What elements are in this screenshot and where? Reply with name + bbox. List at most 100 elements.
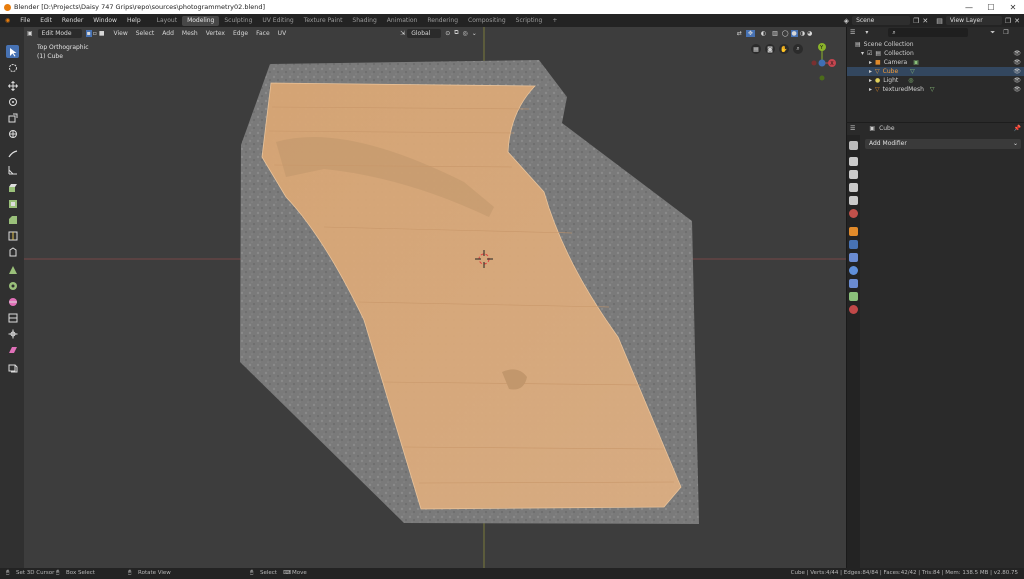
edge-slide-tool[interactable] bbox=[6, 311, 19, 324]
world-tab-icon[interactable] bbox=[849, 209, 858, 218]
expand-arrow-icon[interactable]: ▸ bbox=[869, 86, 872, 93]
view-grid-icon[interactable]: ▦ bbox=[751, 44, 761, 54]
copy-view-layer-icon[interactable]: ❐ bbox=[1005, 17, 1011, 25]
menu-face[interactable]: Face bbox=[252, 30, 274, 37]
expand-arrow-icon[interactable]: ▸ bbox=[869, 59, 872, 66]
mode-selector[interactable]: Edit Mode bbox=[37, 28, 82, 38]
xray-icon[interactable]: ▥ bbox=[772, 30, 778, 37]
visibility-eye-icon[interactable]: 👁 bbox=[1013, 77, 1021, 84]
poly-build-tool[interactable] bbox=[6, 263, 19, 276]
orientation-gizmo[interactable]: Y X bbox=[809, 41, 839, 93]
shear-tool[interactable] bbox=[6, 343, 19, 356]
particles-tab-icon[interactable] bbox=[849, 253, 858, 262]
blender-menu-icon[interactable]: ◉ bbox=[0, 17, 15, 24]
viewport-canvas[interactable] bbox=[24, 27, 846, 568]
select-box-tool[interactable] bbox=[6, 45, 19, 58]
constraints-tab-icon[interactable] bbox=[849, 279, 858, 288]
annotate-tool[interactable] bbox=[6, 147, 19, 160]
bevel-tool[interactable] bbox=[6, 213, 19, 226]
data-tab-icon[interactable] bbox=[849, 292, 858, 301]
tab-modeling[interactable]: Modeling bbox=[182, 15, 220, 26]
rotate-tool[interactable] bbox=[6, 95, 19, 108]
zoom-icon[interactable]: ⌕ bbox=[793, 44, 803, 54]
maximize-button[interactable]: ☐ bbox=[980, 0, 1002, 14]
viewport-gizmo-toggle-icon[interactable]: ⇄ bbox=[737, 30, 742, 37]
tab-scripting[interactable]: Scripting bbox=[511, 16, 548, 26]
render-tab-icon[interactable] bbox=[849, 157, 858, 166]
tab-animation[interactable]: Animation bbox=[382, 16, 423, 26]
menu-file[interactable]: File bbox=[15, 17, 35, 24]
shading-solid-icon[interactable]: ● bbox=[790, 29, 798, 37]
minimize-button[interactable]: — bbox=[958, 0, 980, 14]
transform-gizmo-icon[interactable]: ✥ bbox=[745, 29, 755, 37]
properties-editor-icon[interactable]: ☰ bbox=[850, 125, 855, 132]
copy-scene-icon[interactable]: ❐ bbox=[913, 17, 919, 25]
tab-layout[interactable]: Layout bbox=[152, 16, 182, 26]
outliner-row-light[interactable]: ▸ ● Light ◎ 👁 bbox=[847, 76, 1024, 85]
visibility-eye-icon[interactable]: 👁 bbox=[1013, 86, 1021, 93]
outliner-search-input[interactable]: ⌕ bbox=[888, 28, 969, 37]
close-scene-icon[interactable]: ✕ bbox=[922, 17, 928, 25]
face-select-mode-icon[interactable]: ■ bbox=[98, 30, 106, 37]
menu-help[interactable]: Help bbox=[122, 17, 146, 24]
add-workspace-button[interactable]: + bbox=[547, 16, 562, 26]
object-tab-icon[interactable] bbox=[849, 227, 858, 236]
tab-texture-paint[interactable]: Texture Paint bbox=[299, 16, 348, 26]
menu-edge[interactable]: Edge bbox=[229, 30, 252, 37]
tab-shading[interactable]: Shading bbox=[347, 16, 381, 26]
shrink-fatten-tool[interactable] bbox=[6, 327, 19, 340]
menu-window[interactable]: Window bbox=[88, 17, 122, 24]
pan-hand-icon[interactable]: ✋ bbox=[779, 44, 789, 54]
outliner-display-mode-icon[interactable]: ▾ bbox=[865, 29, 868, 36]
menu-mesh[interactable]: Mesh bbox=[178, 30, 202, 37]
physics-tab-icon[interactable] bbox=[849, 266, 858, 275]
close-button[interactable]: ✕ bbox=[1002, 0, 1024, 14]
smooth-tool[interactable] bbox=[6, 295, 19, 308]
overlays-icon[interactable]: ◐ bbox=[761, 30, 766, 37]
extrude-tool[interactable] bbox=[6, 181, 19, 194]
knife-tool[interactable] bbox=[6, 245, 19, 258]
tab-sculpting[interactable]: Sculpting bbox=[219, 16, 257, 26]
collection-checkbox[interactable]: ☑ bbox=[867, 50, 872, 57]
3d-viewport[interactable]: ▣ Edit Mode ▪ ▫ ■ View Select Add Mesh V… bbox=[24, 27, 846, 568]
tab-rendering[interactable]: Rendering bbox=[422, 16, 463, 26]
new-collection-icon[interactable]: ❐ bbox=[1003, 29, 1008, 36]
shading-material-icon[interactable]: ◑ bbox=[800, 30, 805, 37]
tool-tab-icon[interactable] bbox=[849, 141, 858, 150]
loop-cut-tool[interactable] bbox=[6, 229, 19, 242]
rip-region-tool[interactable] bbox=[6, 361, 19, 374]
menu-vertex[interactable]: Vertex bbox=[202, 30, 229, 37]
view-layer-tab-icon[interactable] bbox=[849, 183, 858, 192]
outliner-editor-icon[interactable]: ☰ bbox=[850, 29, 855, 36]
proportional-edit-icon[interactable]: ◎ bbox=[463, 30, 468, 37]
cursor-tool[interactable] bbox=[6, 61, 19, 74]
orientation-selector[interactable]: Global bbox=[407, 28, 442, 38]
scale-tool[interactable] bbox=[6, 111, 19, 124]
tab-uv-editing[interactable]: UV Editing bbox=[257, 16, 298, 26]
visibility-eye-icon[interactable]: 👁 bbox=[1013, 59, 1021, 66]
add-modifier-dropdown[interactable]: Add Modifier ⌄ bbox=[865, 139, 1021, 149]
inset-tool[interactable] bbox=[6, 197, 19, 210]
outliner-row-scene-collection[interactable]: ▤ Scene Collection bbox=[847, 40, 1024, 49]
view-layer-selector[interactable]: View Layer bbox=[945, 16, 1002, 25]
camera-view-icon[interactable]: ◙ bbox=[765, 44, 775, 54]
outliner-row-texturedmesh[interactable]: ▸ ▽ texturedMesh ▽ 👁 bbox=[847, 85, 1024, 94]
outliner-row-camera[interactable]: ▸ ■ Camera ▣ 👁 bbox=[847, 58, 1024, 67]
outliner-row-cube[interactable]: ▸ ▽ Cube ▽ 👁 bbox=[847, 67, 1024, 76]
overlay-dropdown-icon[interactable]: ⌄ bbox=[472, 30, 477, 37]
measure-tool[interactable] bbox=[6, 163, 19, 176]
menu-add[interactable]: Add bbox=[158, 30, 178, 37]
expand-arrow-icon[interactable]: ▸ bbox=[869, 68, 872, 75]
menu-uv[interactable]: UV bbox=[274, 30, 291, 37]
move-tool[interactable] bbox=[6, 79, 19, 92]
close-view-layer-icon[interactable]: ✕ bbox=[1014, 17, 1020, 25]
pin-icon[interactable]: 📌 bbox=[1014, 125, 1021, 132]
modifier-tab-icon[interactable] bbox=[849, 240, 858, 249]
output-tab-icon[interactable] bbox=[849, 170, 858, 179]
editor-type-icon[interactable]: ▣ bbox=[27, 30, 33, 37]
shading-wireframe-icon[interactable]: ◯ bbox=[782, 30, 789, 37]
menu-select[interactable]: Select bbox=[132, 30, 159, 37]
expand-arrow-icon[interactable]: ▸ bbox=[869, 77, 872, 84]
expand-arrow-icon[interactable]: ▾ bbox=[861, 50, 864, 57]
menu-render[interactable]: Render bbox=[57, 17, 88, 24]
